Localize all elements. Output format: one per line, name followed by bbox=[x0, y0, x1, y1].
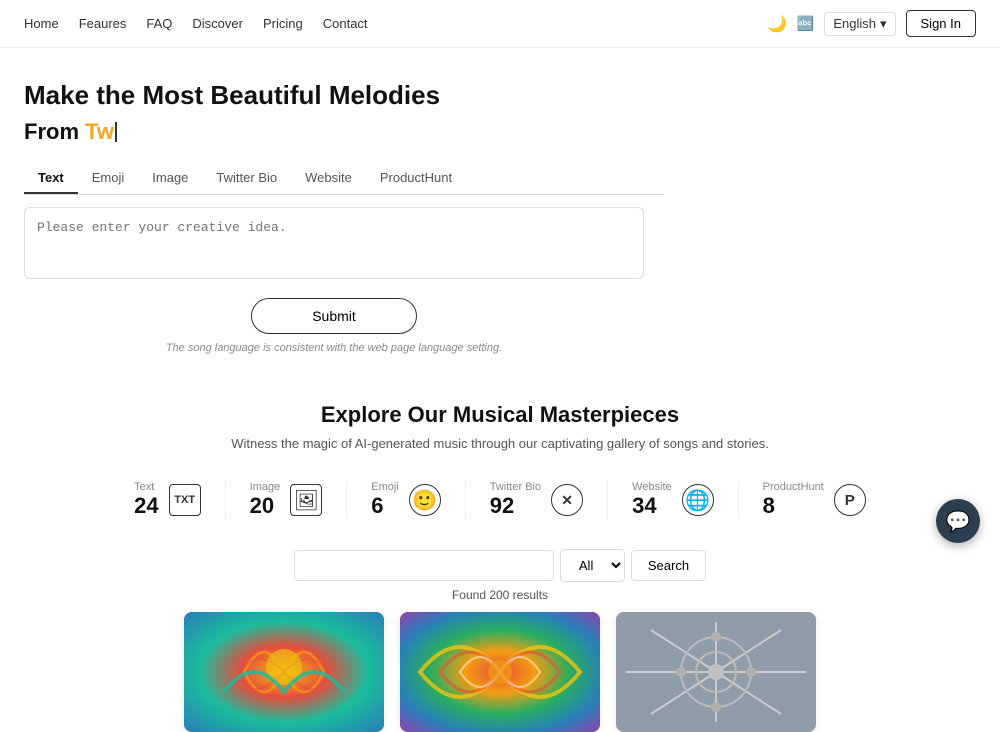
language-selector[interactable]: English ▾ bbox=[824, 12, 895, 36]
search-input[interactable] bbox=[294, 550, 554, 581]
language-label: English bbox=[833, 16, 876, 31]
stat-emoji-number: 6 bbox=[371, 493, 399, 519]
stats-row: Text 24 TXT Image 20 🖼 Emoji 6 🙂 Twitter… bbox=[0, 461, 1000, 539]
stat-producthunt-icon: P bbox=[834, 484, 866, 516]
filter-select[interactable]: All bbox=[560, 549, 625, 582]
search-row: All Search bbox=[0, 539, 1000, 588]
gallery-image-1 bbox=[184, 612, 384, 732]
results-count: Found 200 results bbox=[0, 588, 1000, 612]
hero-from-label: From bbox=[24, 119, 79, 145]
input-tabs: Text Emoji Image Twitter Bio Website Pro… bbox=[24, 163, 664, 195]
nav-right: 🌙 🔤 English ▾ Sign In bbox=[767, 10, 976, 37]
dark-mode-button[interactable]: 🌙 bbox=[767, 14, 787, 34]
stat-twitter-type: Twitter Bio bbox=[490, 481, 541, 493]
stat-emoji-info: Emoji 6 bbox=[371, 481, 399, 519]
nav-pricing[interactable]: Pricing bbox=[263, 16, 303, 31]
navbar: Home Feaures FAQ Discover Pricing Contac… bbox=[0, 0, 1000, 48]
hero-typed-text: Tw bbox=[85, 119, 114, 145]
stat-text-info: Text 24 bbox=[134, 481, 158, 519]
gallery-image-2 bbox=[400, 612, 600, 732]
stat-emoji-icon: 🙂 bbox=[409, 484, 441, 516]
search-button[interactable]: Search bbox=[631, 550, 706, 581]
stat-text-type: Text bbox=[134, 481, 158, 493]
stat-twitter-icon: ✕ bbox=[551, 484, 583, 516]
nav-features[interactable]: Feaures bbox=[79, 16, 127, 31]
nav-contact[interactable]: Contact bbox=[323, 16, 368, 31]
explore-subtitle: Witness the magic of AI-generated music … bbox=[24, 436, 976, 451]
nav-links: Home Feaures FAQ Discover Pricing Contac… bbox=[24, 16, 368, 31]
stat-emoji: Emoji 6 🙂 bbox=[347, 481, 466, 519]
explore-section: Explore Our Musical Masterpieces Witness… bbox=[0, 374, 1000, 461]
submit-wrapper: Submit bbox=[24, 298, 644, 334]
gallery bbox=[0, 612, 1000, 732]
hero-title: Make the Most Beautiful Melodies bbox=[24, 80, 836, 111]
stat-text: Text 24 TXT bbox=[110, 481, 225, 519]
nav-home[interactable]: Home bbox=[24, 16, 59, 31]
tab-emoji[interactable]: Emoji bbox=[78, 163, 139, 194]
stat-website-info: Website 34 bbox=[632, 481, 672, 519]
stat-website-type: Website bbox=[632, 481, 672, 493]
stat-producthunt-info: ProductHunt 8 bbox=[763, 481, 824, 519]
chat-button[interactable]: 💬 bbox=[936, 499, 980, 543]
gallery-card-3[interactable] bbox=[616, 612, 816, 732]
chevron-down-icon: ▾ bbox=[880, 16, 887, 32]
stat-website-icon: 🌐 bbox=[682, 484, 714, 516]
lang-icon: 🔤 bbox=[797, 15, 814, 32]
stat-emoji-type: Emoji bbox=[371, 481, 399, 493]
language-note: The song language is consistent with the… bbox=[24, 342, 644, 354]
stat-twitter-number: 92 bbox=[490, 493, 541, 519]
stat-twitter: Twitter Bio 92 ✕ bbox=[466, 481, 608, 519]
tab-website[interactable]: Website bbox=[291, 163, 366, 194]
submit-button[interactable]: Submit bbox=[251, 298, 417, 334]
stat-image: Image 20 🖼 bbox=[226, 481, 348, 519]
tab-producthunt[interactable]: ProductHunt bbox=[366, 163, 466, 194]
gallery-image-3 bbox=[616, 612, 816, 732]
tab-twitter-bio[interactable]: Twitter Bio bbox=[202, 163, 291, 194]
stat-image-info: Image 20 bbox=[250, 481, 281, 519]
cursor bbox=[115, 122, 117, 142]
input-area bbox=[24, 207, 644, 282]
stat-image-number: 20 bbox=[250, 493, 281, 519]
nav-discover[interactable]: Discover bbox=[192, 16, 243, 31]
stat-image-icon: 🖼 bbox=[290, 484, 322, 516]
gallery-card-2[interactable] bbox=[400, 612, 600, 732]
stat-producthunt-number: 8 bbox=[763, 493, 824, 519]
sign-in-button[interactable]: Sign In bbox=[906, 10, 976, 37]
stat-twitter-info: Twitter Bio 92 bbox=[490, 481, 541, 519]
nav-faq[interactable]: FAQ bbox=[146, 16, 172, 31]
stat-website-number: 34 bbox=[632, 493, 672, 519]
hero-from-line: From Tw bbox=[24, 119, 836, 145]
tab-text[interactable]: Text bbox=[24, 163, 78, 194]
tab-image[interactable]: Image bbox=[138, 163, 202, 194]
stat-image-type: Image bbox=[250, 481, 281, 493]
hero-section: Make the Most Beautiful Melodies From Tw… bbox=[0, 48, 860, 374]
explore-title: Explore Our Musical Masterpieces bbox=[24, 402, 976, 428]
gallery-card-1[interactable] bbox=[184, 612, 384, 732]
chat-icon: 💬 bbox=[946, 509, 971, 534]
idea-input[interactable] bbox=[24, 207, 644, 279]
stat-website: Website 34 🌐 bbox=[608, 481, 739, 519]
stat-text-icon: TXT bbox=[169, 484, 201, 516]
stat-producthunt-type: ProductHunt bbox=[763, 481, 824, 493]
stat-text-number: 24 bbox=[134, 493, 158, 519]
stat-producthunt: ProductHunt 8 P bbox=[739, 481, 890, 519]
